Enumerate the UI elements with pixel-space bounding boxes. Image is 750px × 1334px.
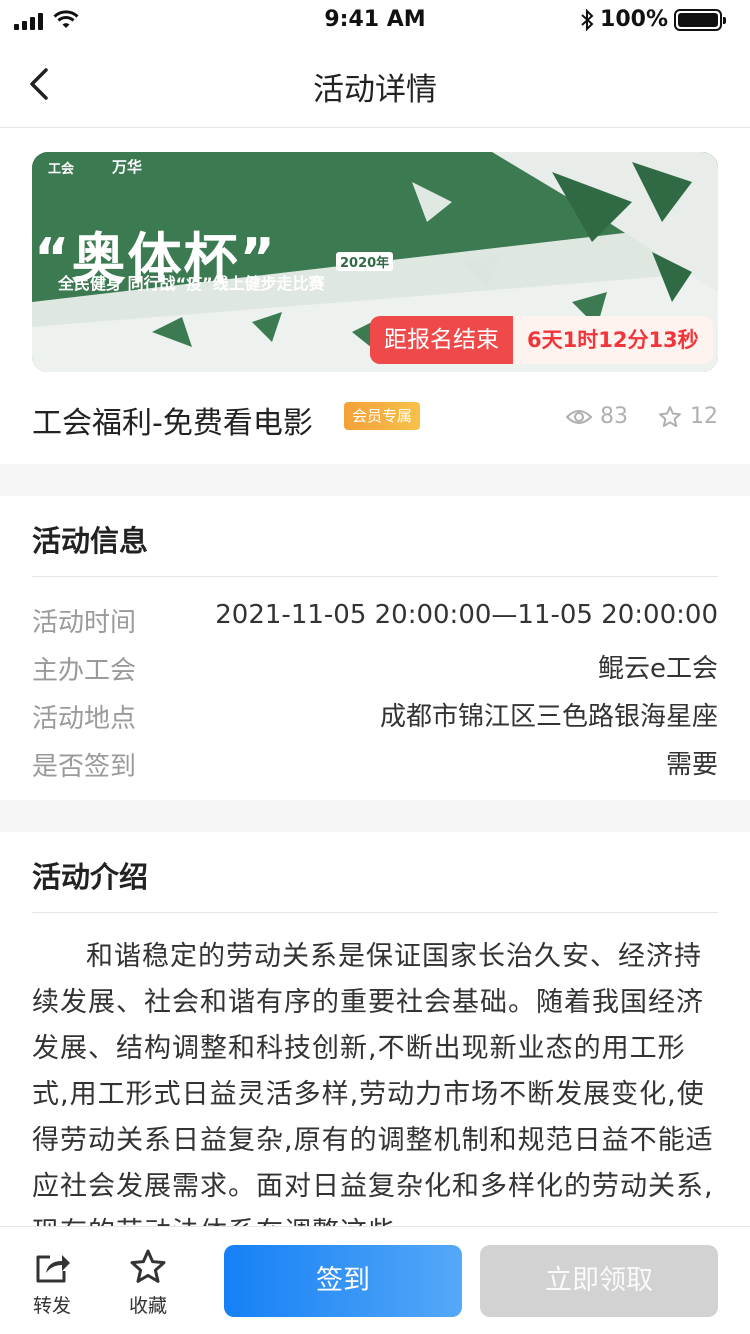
battery-percent: 100% bbox=[600, 7, 668, 32]
info-heading: 活动信息 bbox=[32, 524, 149, 558]
share-label: 转发 bbox=[32, 1295, 71, 1317]
section-separator bbox=[0, 800, 750, 832]
checkin-button[interactable]: 签到 bbox=[224, 1245, 462, 1317]
view-count-value: 83 bbox=[600, 404, 628, 429]
battery-icon bbox=[674, 8, 726, 31]
bottom-action-bar: 转发 收藏 签到 立即领取 bbox=[0, 1226, 750, 1334]
member-only-badge: 会员专属 bbox=[344, 402, 421, 430]
status-bar: 9:41 AM 100% bbox=[0, 0, 750, 40]
bluetooth-icon bbox=[581, 8, 594, 31]
eye-icon bbox=[566, 409, 592, 424]
info-label: 活动地点 bbox=[32, 704, 137, 734]
share-icon bbox=[36, 1255, 70, 1283]
banner-logo-wanhua: 万华 bbox=[112, 158, 143, 176]
info-row-location: 活动地点 成都市锦江区三色路银海星座 bbox=[32, 692, 718, 740]
section-separator bbox=[0, 464, 750, 496]
info-divider bbox=[32, 576, 718, 577]
countdown-label: 距报名结束 bbox=[370, 316, 513, 364]
intro-heading: 活动介绍 bbox=[32, 860, 149, 894]
countdown-time: 6天1时12分13秒 bbox=[513, 316, 713, 364]
share-button[interactable]: 转发 bbox=[22, 1249, 82, 1318]
favorite-count-value: 12 bbox=[690, 404, 718, 429]
info-row-time: 活动时间 2021-11-05 20:00:00—11-05 20:00:00 bbox=[32, 596, 718, 644]
claim-button[interactable]: 立即领取 bbox=[480, 1245, 718, 1317]
info-value: 2021-11-05 20:00:00—11-05 20:00:00 bbox=[215, 600, 718, 630]
event-title-row: 工会福利-免费看电影 会员专属 83 12 bbox=[32, 396, 718, 444]
star-icon bbox=[130, 1249, 166, 1283]
banner-year-tag: 2020年 bbox=[336, 252, 394, 271]
info-value: 需要 bbox=[665, 750, 718, 780]
info-label: 是否签到 bbox=[32, 752, 137, 782]
info-label: 活动时间 bbox=[32, 608, 137, 638]
star-outline-icon bbox=[659, 405, 681, 427]
banner-logo-union: 工会 bbox=[48, 162, 75, 177]
info-label: 主办工会 bbox=[32, 656, 137, 686]
intro-divider bbox=[32, 912, 718, 913]
info-row-organizer: 主办工会 鲲云e工会 bbox=[32, 644, 718, 692]
banner-subtitle: 全民健身 同行战“疫”线上健步走比赛 bbox=[58, 274, 325, 293]
status-right: 100% bbox=[580, 7, 726, 32]
info-value: 鲲云e工会 bbox=[598, 654, 718, 684]
view-count: 83 bbox=[566, 404, 628, 429]
intro-text: 和谐稳定的劳动关系是保证国家长治久安、经济持续发展、社会和谐有序的重要社会基础。… bbox=[32, 941, 714, 1226]
collect-button[interactable]: 收藏 bbox=[118, 1249, 178, 1318]
page-title: 活动详情 bbox=[313, 72, 437, 108]
info-row-checkin: 是否签到 需要 bbox=[32, 740, 718, 788]
registration-countdown: 距报名结束 6天1时12分13秒 bbox=[370, 316, 713, 364]
info-value: 成都市锦江区三色路银海星座 bbox=[379, 702, 718, 732]
event-title: 工会福利-免费看电影 bbox=[32, 406, 313, 441]
event-banner: 工会 万华 “奥体杯” 2020年 全民健身 同行战“疫”线上健步走比赛 距报名… bbox=[32, 152, 718, 372]
favorite-count: 12 bbox=[658, 404, 718, 429]
collect-label: 收藏 bbox=[128, 1295, 167, 1317]
nav-bar: 活动详情 bbox=[0, 40, 750, 128]
